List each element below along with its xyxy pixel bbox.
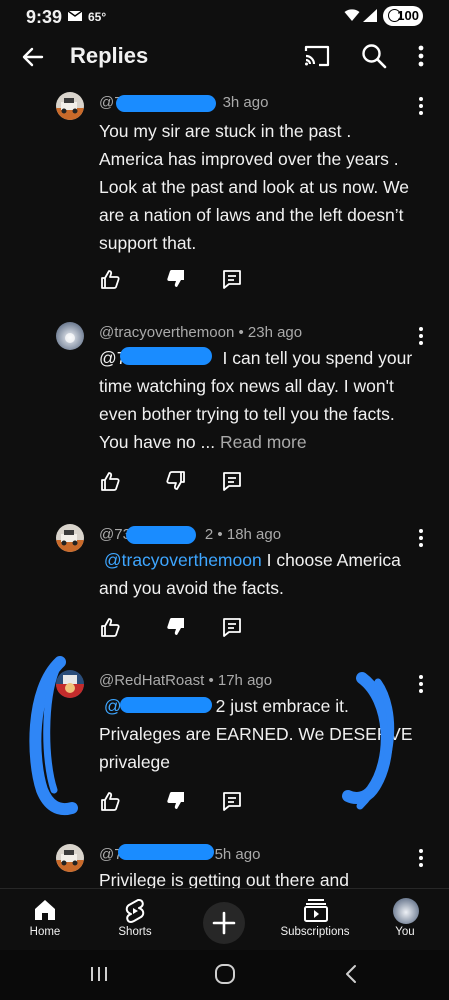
cast-icon[interactable] [303,44,331,68]
top-app-bar: Replies [0,32,449,82]
status-temperature: 65° [88,10,107,24]
shorts-icon [125,899,145,923]
avatar[interactable] [56,670,84,698]
like-icon[interactable] [99,616,121,638]
battery-indicator: 100 [383,6,423,26]
redaction-mark [126,526,196,544]
read-more-link[interactable]: Read more [220,432,307,452]
nav-label: You [395,926,415,938]
comment-time: 23h ago [247,324,303,341]
comment-body-mention-tail: 2 just embrace it. [215,696,349,716]
avatar[interactable] [56,322,84,350]
comment-time: 2 • 18h ago [204,526,282,543]
comment-body: Privaleges are EARNED. We DESERVE prival… [99,724,413,772]
comment-author[interactable]: @tracyoverthemoon [99,324,234,341]
status-time: 9:39 [26,7,63,27]
dislike-filled-icon[interactable] [165,616,187,638]
avatar[interactable] [56,524,84,552]
nav-label: Shorts [118,926,152,938]
nav-label: Home [29,926,61,938]
dislike-icon[interactable] [165,470,187,492]
redaction-mark [118,844,214,860]
comment-meta: @RedHatRoast • 17h ago [99,672,273,689]
back-arrow-icon[interactable] [20,44,46,70]
mail-icon [68,11,82,21]
recent-apps-icon[interactable] [89,965,109,983]
comment-text: You my sir are stuck in the past . Ameri… [99,121,410,253]
comment-menu-icon[interactable] [417,528,425,548]
dislike-filled-icon[interactable] [165,268,187,290]
subscriptions-icon [304,899,328,922]
comment-time: 3h ago [222,94,269,111]
more-options-icon[interactable] [417,44,425,68]
wifi-icon [344,9,360,21]
comment-text: @tracyoverthemoon I choose America and y… [99,546,419,602]
back-button-icon[interactable] [343,964,359,984]
comment-time: 17h ago [217,672,273,689]
comment-menu-icon[interactable] [417,326,425,346]
nav-label: Subscriptions [280,926,350,938]
avatar[interactable] [56,844,84,872]
page-title: Replies [70,43,149,68]
comment-mention[interactable]: @tracyoverthemoon [104,550,262,570]
create-icon [212,911,236,935]
battery-saver-icon [388,9,401,22]
reply-icon[interactable] [221,470,243,492]
like-icon[interactable] [99,790,121,812]
comment-mention[interactable]: @ [104,696,122,716]
system-navigation-bar [0,950,449,1000]
like-icon[interactable] [99,470,121,492]
signal-icon [363,9,377,22]
avatar[interactable] [56,92,84,120]
comment-menu-icon[interactable] [417,674,425,694]
comment-menu-icon[interactable] [417,96,425,116]
status-bar: 9:39 65° 100 [0,0,449,32]
reply-icon[interactable] [221,790,243,812]
bottom-navigation: Home Shorts Subscriptions You [0,888,449,951]
create-button[interactable] [203,902,245,944]
dislike-filled-icon[interactable] [165,790,187,812]
comment-time: 5h ago [214,846,261,863]
home-button-icon[interactable] [214,963,236,985]
redaction-mark [120,347,212,365]
redaction-mark [120,697,212,713]
comment-author[interactable]: @RedHatRoast [99,672,204,689]
reply-icon[interactable] [221,268,243,290]
comment-meta: @tracyoverthemoon • 23h ago [99,324,303,341]
home-icon [35,900,55,920]
avatar [393,898,419,924]
like-icon[interactable] [99,268,121,290]
redaction-mark [116,95,216,112]
comment-menu-icon[interactable] [417,848,425,868]
search-icon[interactable] [360,42,388,70]
reply-icon[interactable] [221,616,243,638]
